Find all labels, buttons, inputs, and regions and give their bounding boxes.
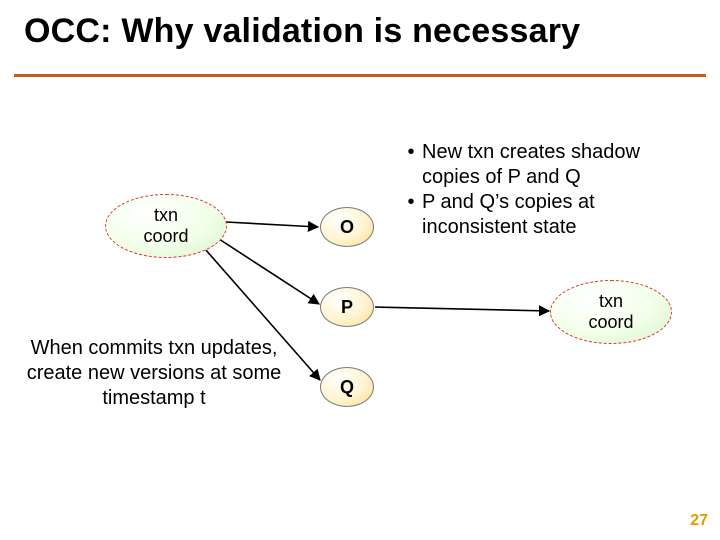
- node-q-label: Q: [340, 377, 354, 398]
- txn-coord-left-line2: coord: [143, 226, 188, 247]
- bullet-list: • New txn creates shadow copies of P and…: [400, 140, 700, 240]
- node-o: O: [320, 207, 374, 247]
- txn-coord-left: txn coord: [105, 194, 227, 258]
- node-p: P: [320, 287, 374, 327]
- txn-coord-left-line1: txn: [154, 205, 178, 226]
- bullet-item: • New txn creates shadow copies of P and…: [400, 140, 700, 190]
- bullet-text: P and Q’s copies at inconsistent state: [422, 190, 700, 240]
- bullet-text: New txn creates shadow copies of P and Q: [422, 140, 700, 190]
- title-underline: [14, 74, 706, 77]
- page-number: 27: [690, 512, 708, 530]
- node-o-label: O: [340, 217, 354, 238]
- node-p-label: P: [341, 297, 353, 318]
- slide-title: OCC: Why validation is necessary: [24, 12, 580, 51]
- bullet-item: • P and Q’s copies at inconsistent state: [400, 190, 700, 240]
- edge-layer: [0, 0, 720, 540]
- edge-coord-o: [226, 222, 318, 227]
- bullet-dot-icon: •: [400, 190, 422, 240]
- edge-p-coord: [375, 307, 549, 311]
- txn-coord-right-line1: txn: [599, 291, 623, 312]
- node-q: Q: [320, 367, 374, 407]
- edge-coord-p: [219, 239, 319, 304]
- txn-coord-right-line2: coord: [588, 312, 633, 333]
- txn-coord-right: txn coord: [550, 280, 672, 344]
- bullet-dot-icon: •: [400, 140, 422, 190]
- commit-caption: When commits txn updates, create new ver…: [14, 336, 294, 411]
